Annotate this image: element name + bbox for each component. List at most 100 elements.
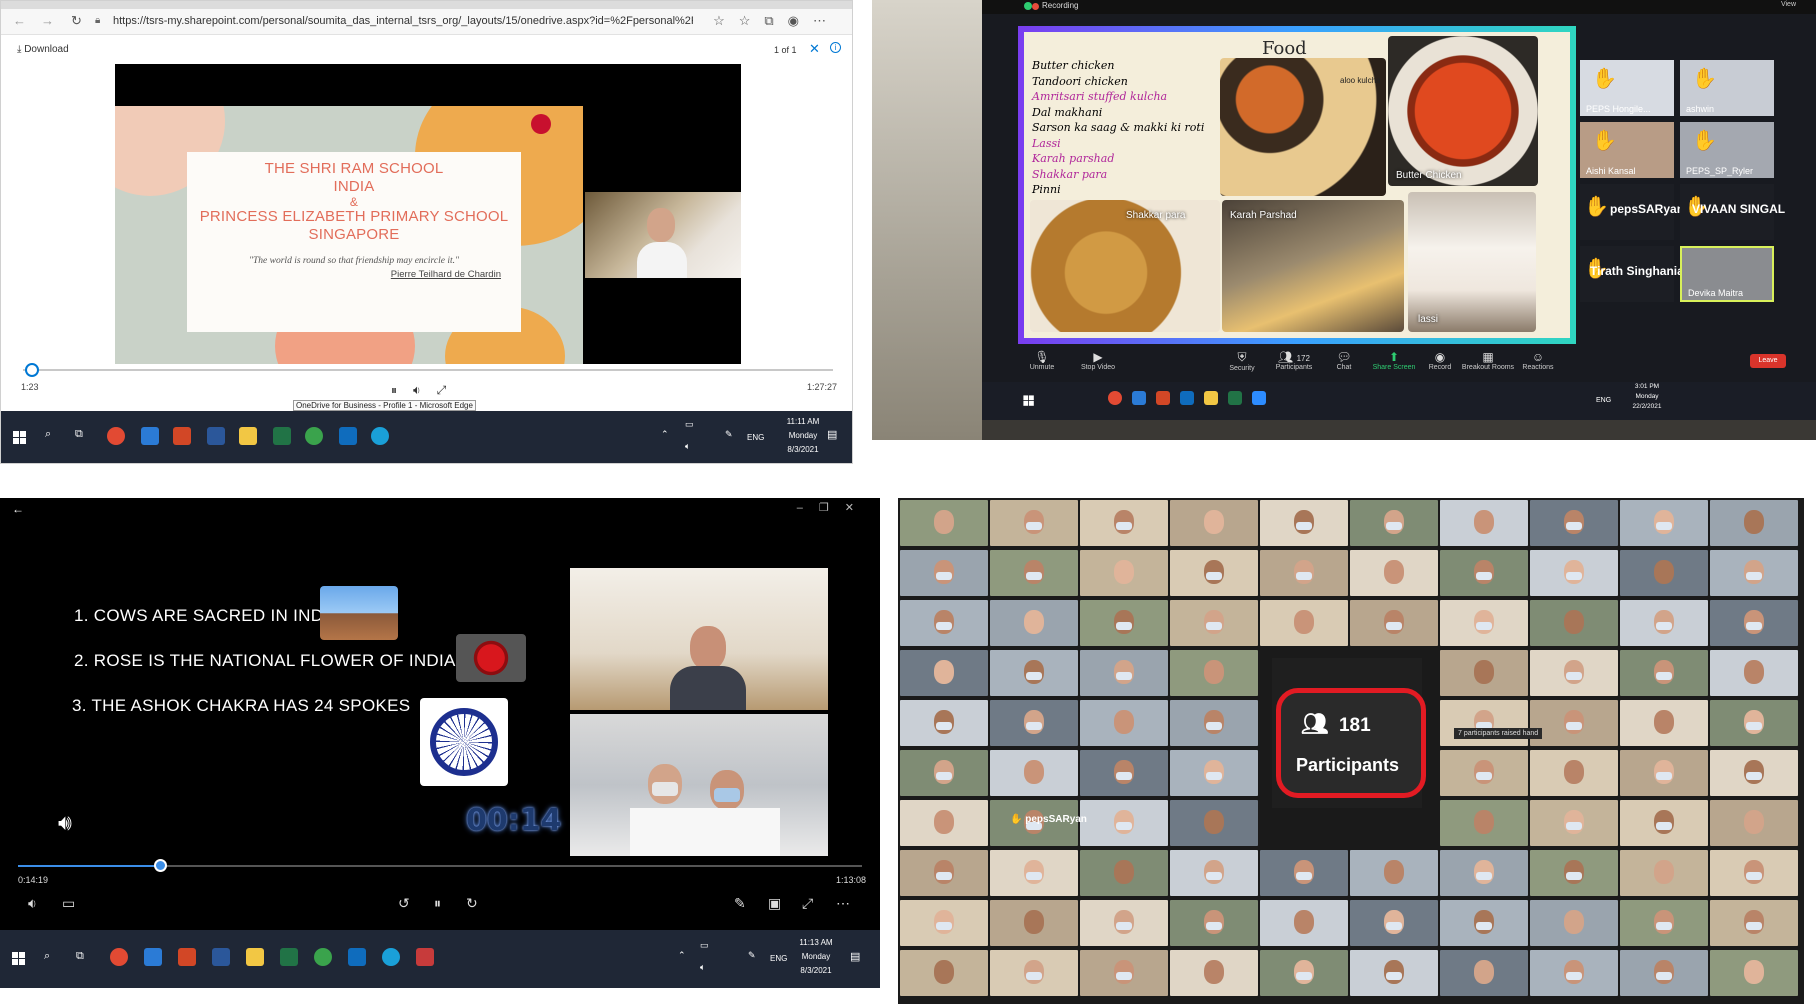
language-indicator[interactable]: ENG <box>747 431 764 445</box>
chevron-up-icon[interactable]: ⌃ <box>661 429 669 440</box>
participant-tile[interactable] <box>1530 900 1618 946</box>
task-view-icon[interactable]: ⧉ <box>75 428 83 441</box>
participant-tile[interactable] <box>1080 700 1168 746</box>
volume-icon[interactable]: 🔉︎ <box>413 383 437 397</box>
forward-30-icon[interactable]: ↻ <box>466 895 478 912</box>
outlook-icon[interactable] <box>339 427 357 445</box>
participant-tile[interactable] <box>900 700 988 746</box>
powerpoint-icon[interactable] <box>178 948 196 966</box>
participant-tile[interactable] <box>1350 900 1438 946</box>
pen-icon[interactable]: ✎ <box>734 895 746 912</box>
participant-tile[interactable] <box>1530 850 1618 896</box>
participant-tile[interactable] <box>1080 850 1168 896</box>
excel-icon[interactable] <box>1228 391 1242 405</box>
view-button[interactable]: View <box>1781 1 1796 8</box>
participant-tile[interactable]: ✋ pepsSARyan <box>1580 184 1684 240</box>
language-indicator[interactable]: ENG <box>770 952 787 966</box>
search-icon[interactable]: ⌕ <box>45 428 51 441</box>
participant-tile[interactable] <box>900 750 988 796</box>
participant-tile[interactable]: ✋ PEPS Hongile... <box>1580 60 1674 116</box>
security-button[interactable]: ⛨ Security <box>1212 350 1272 372</box>
participant-tile[interactable] <box>1440 950 1528 996</box>
participant-tile[interactable] <box>1440 550 1528 596</box>
file-explorer-icon[interactable] <box>1204 391 1218 405</box>
participant-tile[interactable] <box>1350 500 1438 546</box>
participant-tile[interactable] <box>1710 550 1798 596</box>
speaker-icon[interactable]: 🔈︎ <box>700 962 705 973</box>
stop-video-button[interactable]: ▶ Stop Video <box>1068 350 1128 371</box>
word-icon[interactable] <box>212 948 230 966</box>
participant-tile[interactable] <box>1260 850 1348 896</box>
participant-tile[interactable] <box>1530 700 1618 746</box>
participant-tile[interactable] <box>1440 500 1528 546</box>
participant-tile[interactable] <box>1170 550 1258 596</box>
participant-tile[interactable] <box>1080 900 1168 946</box>
participant-tile[interactable] <box>1170 900 1258 946</box>
participant-tile[interactable] <box>1620 750 1708 796</box>
recording-label[interactable]: Recording <box>1042 1 1078 10</box>
participant-tile[interactable] <box>1710 800 1798 846</box>
forward-icon[interactable]: → <box>41 13 54 28</box>
language-indicator[interactable]: ENG <box>1596 394 1611 408</box>
participant-tile-active[interactable]: Devika Maitra <box>1680 246 1774 302</box>
file-explorer-icon[interactable] <box>246 948 264 966</box>
participants-highlight[interactable]: 👥︎ 181 Participants <box>1276 688 1426 798</box>
participant-tile[interactable] <box>1440 900 1528 946</box>
player-controls[interactable]: ⏸🔉︎⤢ <box>391 383 462 398</box>
participant-tile[interactable] <box>1440 800 1528 846</box>
rewind-10-icon[interactable]: ↺ <box>398 895 410 912</box>
participant-tile[interactable] <box>1620 600 1708 646</box>
participant-tile[interactable] <box>1710 650 1798 696</box>
search-icon[interactable]: ⌕ <box>44 950 50 963</box>
participant-tile[interactable] <box>1530 750 1618 796</box>
file-explorer-icon[interactable] <box>239 427 257 445</box>
ie-icon[interactable] <box>1132 391 1146 405</box>
refresh-icon[interactable]: ↻ <box>71 13 82 29</box>
fullscreen-icon[interactable]: ⤢ <box>437 383 463 397</box>
participant-tile[interactable] <box>1170 500 1258 546</box>
participant-tile[interactable] <box>1620 550 1708 596</box>
chrome-icon[interactable] <box>107 427 125 445</box>
video-viewport[interactable]: THE SHRI RAM SCHOOL INDIA & PRINCESS ELI… <box>115 64 741 364</box>
outlook-icon[interactable] <box>1180 391 1194 405</box>
participant-tile[interactable] <box>1620 650 1708 696</box>
minimize-icon[interactable]: – <box>797 502 819 514</box>
participant-tile[interactable] <box>1080 500 1168 546</box>
participant-tile[interactable] <box>900 900 988 946</box>
participant-tile[interactable] <box>1170 750 1258 796</box>
notification-icon[interactable]: ▤ <box>850 950 860 963</box>
participant-tile[interactable] <box>1170 950 1258 996</box>
participant-tile[interactable] <box>1620 850 1708 896</box>
participant-tile[interactable] <box>990 600 1078 646</box>
participant-tile[interactable] <box>1710 600 1798 646</box>
participant-tile[interactable] <box>1530 600 1618 646</box>
back-icon[interactable]: ← <box>13 13 26 28</box>
participant-tile[interactable] <box>1620 800 1708 846</box>
participant-tile[interactable] <box>900 600 988 646</box>
browser-tab-strip[interactable] <box>1 1 852 9</box>
url-field[interactable]: https://tsrs-my.sharepoint.com/personal/… <box>113 15 693 27</box>
zoom-icon[interactable] <box>1252 391 1266 405</box>
pause-icon[interactable]: ⏸ <box>391 383 413 397</box>
participant-tile[interactable] <box>1530 800 1618 846</box>
pen-icon[interactable]: ✎ <box>725 429 733 440</box>
participant-tile[interactable] <box>1620 900 1708 946</box>
participant-tile[interactable] <box>1170 600 1258 646</box>
participant-tile[interactable] <box>1260 550 1348 596</box>
browser-toolbar-icons[interactable]: ☆☆⧉◉⋯ <box>713 13 840 29</box>
outlook-icon[interactable] <box>348 948 366 966</box>
participant-tile[interactable] <box>1620 500 1708 546</box>
participant-tile[interactable] <box>1170 800 1258 846</box>
participant-tile[interactable] <box>1530 950 1618 996</box>
globe-icon[interactable] <box>305 427 323 445</box>
movies-tv-icon[interactable] <box>416 948 434 966</box>
participant-tile[interactable] <box>1710 950 1798 996</box>
restore-icon[interactable]: ❐ <box>819 502 845 514</box>
system-clock[interactable]: 3:01 PM Monday 22/2/2021 <box>1622 382 1672 412</box>
participant-tile[interactable] <box>1710 900 1798 946</box>
task-view-icon[interactable]: ⧉ <box>76 950 84 963</box>
participant-tile[interactable] <box>1710 850 1798 896</box>
subtitles-icon[interactable]: ▭ <box>62 895 75 912</box>
participant-tile[interactable] <box>1170 850 1258 896</box>
battery-icon[interactable]: ▭ <box>685 419 694 430</box>
